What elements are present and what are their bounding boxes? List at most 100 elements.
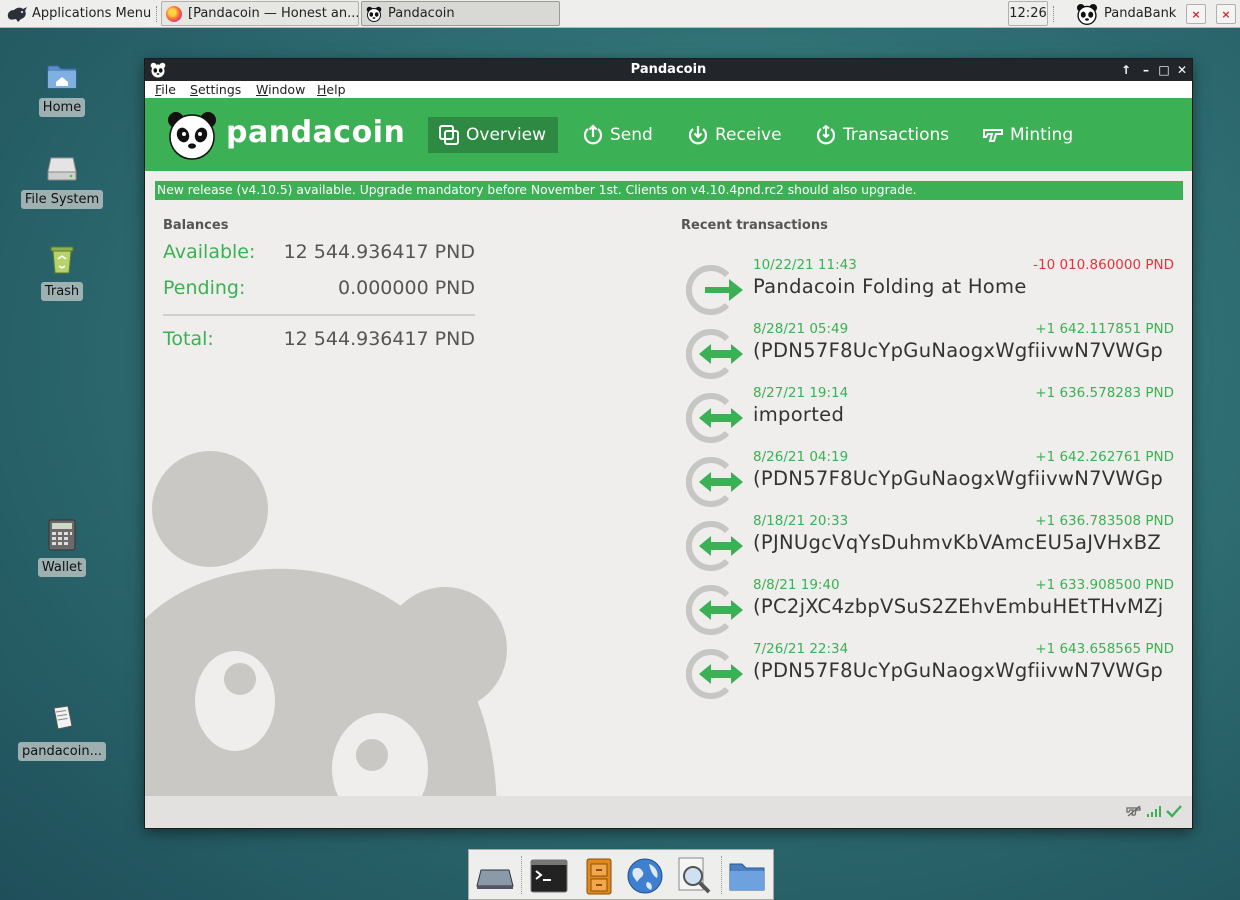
available-balance-row: Available: 12 544.936417 PND (163, 241, 475, 267)
menu-window[interactable]: Window (256, 82, 305, 97)
desktop-icon-wallet[interactable]: Wallet (12, 518, 112, 577)
window-title: Pandacoin (630, 62, 707, 77)
tab-transactions[interactable]: Transactions (815, 117, 949, 153)
minted-arrows-icon (685, 649, 743, 699)
transaction-row[interactable]: 8/18/21 20:33 +1 636.783508 PND (PJNUgcV… (685, 513, 1175, 573)
total-value: 12 544.936417 PND (283, 328, 475, 350)
upgrade-notice-banner: New release (v4.10.5) available. Upgrade… (155, 181, 1183, 200)
desktop-icon-label: File System (20, 190, 104, 209)
receive-icon (688, 126, 708, 145)
web-browser-icon[interactable] (625, 856, 665, 896)
minted-arrows-icon (685, 393, 743, 443)
available-label: Available: (163, 241, 256, 263)
desktop-icon-home[interactable]: Home (12, 58, 112, 117)
search-icon[interactable] (673, 856, 713, 896)
close-window-button[interactable]: × (1216, 4, 1236, 24)
tab-overview[interactable]: Overview (428, 117, 558, 153)
pending-label: Pending: (163, 277, 246, 299)
desktop-icon-label: pandacoin... (17, 742, 107, 761)
transaction-date: 8/26/21 04:19 (753, 449, 849, 465)
file-cabinet-icon[interactable] (579, 856, 619, 896)
total-label: Total: (163, 328, 214, 350)
sent-arrow-icon (685, 265, 743, 315)
pandacoin-window: Pandacoin ↑ – □ ✕ File Settings Window H… (145, 59, 1192, 828)
main-toolbar: pandacoin Overview Send Receive Transact… (145, 98, 1192, 171)
transaction-date: 8/27/21 19:14 (753, 385, 849, 401)
transaction-date: 8/18/21 20:33 (753, 513, 849, 529)
overview-icon (439, 125, 459, 145)
transactions-icon (816, 124, 836, 145)
transaction-description: (PDN57F8UcYpGuNaogxWgfiivwN7VWGp (753, 659, 1164, 682)
transaction-description: (PJNUgcVqYsDuhmvKbVAmcEU5aJVHxBZ (753, 531, 1162, 554)
balance-divider (163, 314, 475, 316)
menu-file[interactable]: File (155, 82, 176, 97)
taskbar-button-firefox[interactable]: [Pandacoin — Honest an... (161, 1, 359, 26)
menu-settings[interactable]: Settings (190, 82, 241, 97)
top-panel: Applications Menu [Pandacoin — Honest an… (0, 0, 1240, 28)
transaction-amount: +1 636.578283 PND (1035, 385, 1174, 401)
desktop-icon-trash[interactable]: Trash (12, 242, 112, 301)
transaction-row[interactable]: 8/26/21 04:19 +1 642.262761 PND (PDN57F8… (685, 449, 1175, 509)
minted-arrows-icon (685, 329, 743, 379)
transaction-description: Pandacoin Folding at Home (753, 275, 1027, 298)
transaction-row[interactable]: 7/26/21 22:34 +1 643.658565 PND (PDN57F8… (685, 641, 1175, 701)
minted-arrows-icon (685, 521, 743, 571)
panda-icon (1076, 3, 1098, 25)
minted-arrows-icon (685, 457, 743, 507)
send-icon (583, 124, 603, 145)
tab-receive[interactable]: Receive (687, 117, 782, 153)
desktop-icon-pandacoin-file[interactable]: pandacoin... (12, 702, 112, 761)
clock[interactable]: 12:26 (1008, 1, 1048, 26)
pandabank-label: PandaBank (1104, 6, 1177, 21)
transaction-amount: +1 636.783508 PND (1035, 513, 1174, 529)
transaction-date: 8/8/21 19:40 (753, 577, 840, 593)
transaction-description: imported (753, 403, 845, 426)
file-icon (45, 702, 79, 736)
drive-icon[interactable] (475, 856, 515, 896)
panel-separator (1053, 6, 1055, 22)
terminal-icon[interactable] (529, 856, 569, 896)
tab-label: Receive (715, 125, 782, 145)
applications-menu-button[interactable]: Applications Menu (2, 0, 154, 27)
desktop-icon-label: Wallet (37, 558, 87, 577)
transaction-row[interactable]: 10/22/21 11:43 -10 010.860000 PND Pandac… (685, 257, 1175, 317)
folder-icon[interactable] (727, 856, 767, 896)
transaction-row[interactable]: 8/27/21 19:14 +1 636.578283 PND imported (685, 385, 1175, 445)
close-button[interactable]: ✕ (1174, 61, 1190, 79)
applications-menu-label: Applications Menu (32, 6, 152, 21)
signal-icon[interactable] (1146, 805, 1162, 817)
pandabank-tray-button[interactable] (1075, 0, 1099, 27)
transaction-row[interactable]: 8/28/21 05:49 +1 642.117851 PND (PDN57F8… (685, 321, 1175, 381)
minted-arrows-icon (685, 585, 743, 635)
transaction-date: 7/26/21 22:34 (753, 641, 849, 657)
panda-watermark-icon (145, 451, 507, 828)
taskbar-button-pandacoin[interactable]: Pandacoin (361, 1, 560, 26)
available-value: 12 544.936417 PND (283, 241, 475, 263)
trash-icon (45, 242, 79, 276)
pending-value: 0.000000 PND (338, 277, 475, 299)
transaction-amount: +1 642.262761 PND (1035, 449, 1174, 465)
maximize-button[interactable]: □ (1156, 61, 1172, 79)
status-bar (145, 796, 1192, 828)
minting-icon (983, 129, 1003, 142)
dock-separator (721, 856, 723, 894)
desktop-icon-file-system[interactable]: File System (12, 150, 112, 209)
tab-minting[interactable]: Minting (982, 117, 1073, 153)
window-titlebar[interactable]: Pandacoin ↑ – □ ✕ (145, 59, 1192, 81)
minimize-button[interactable]: – (1138, 61, 1154, 79)
status-icons (1126, 804, 1182, 818)
close-window-button[interactable]: × (1186, 4, 1206, 24)
menu-help[interactable]: Help (317, 82, 346, 97)
taskbar-label: Pandacoin (388, 6, 455, 21)
close-icon: × (1191, 7, 1201, 21)
tab-label: Overview (466, 125, 547, 145)
transaction-description: (PC2jXC4zbpVSuS2ZEhvEmbuHEtTHvMZj (753, 595, 1164, 618)
synced-check-icon[interactable] (1166, 804, 1182, 818)
pending-balance-row: Pending: 0.000000 PND (163, 277, 475, 303)
tab-send[interactable]: Send (582, 117, 653, 153)
transaction-row[interactable]: 8/8/21 19:40 +1 633.908500 PND (PC2jXC4z… (685, 577, 1175, 637)
total-balance-row: Total: 12 544.936417 PND (163, 328, 475, 354)
staking-icon[interactable] (1126, 805, 1142, 817)
panda-icon (366, 6, 382, 22)
always-on-top-button[interactable]: ↑ (1118, 61, 1134, 79)
